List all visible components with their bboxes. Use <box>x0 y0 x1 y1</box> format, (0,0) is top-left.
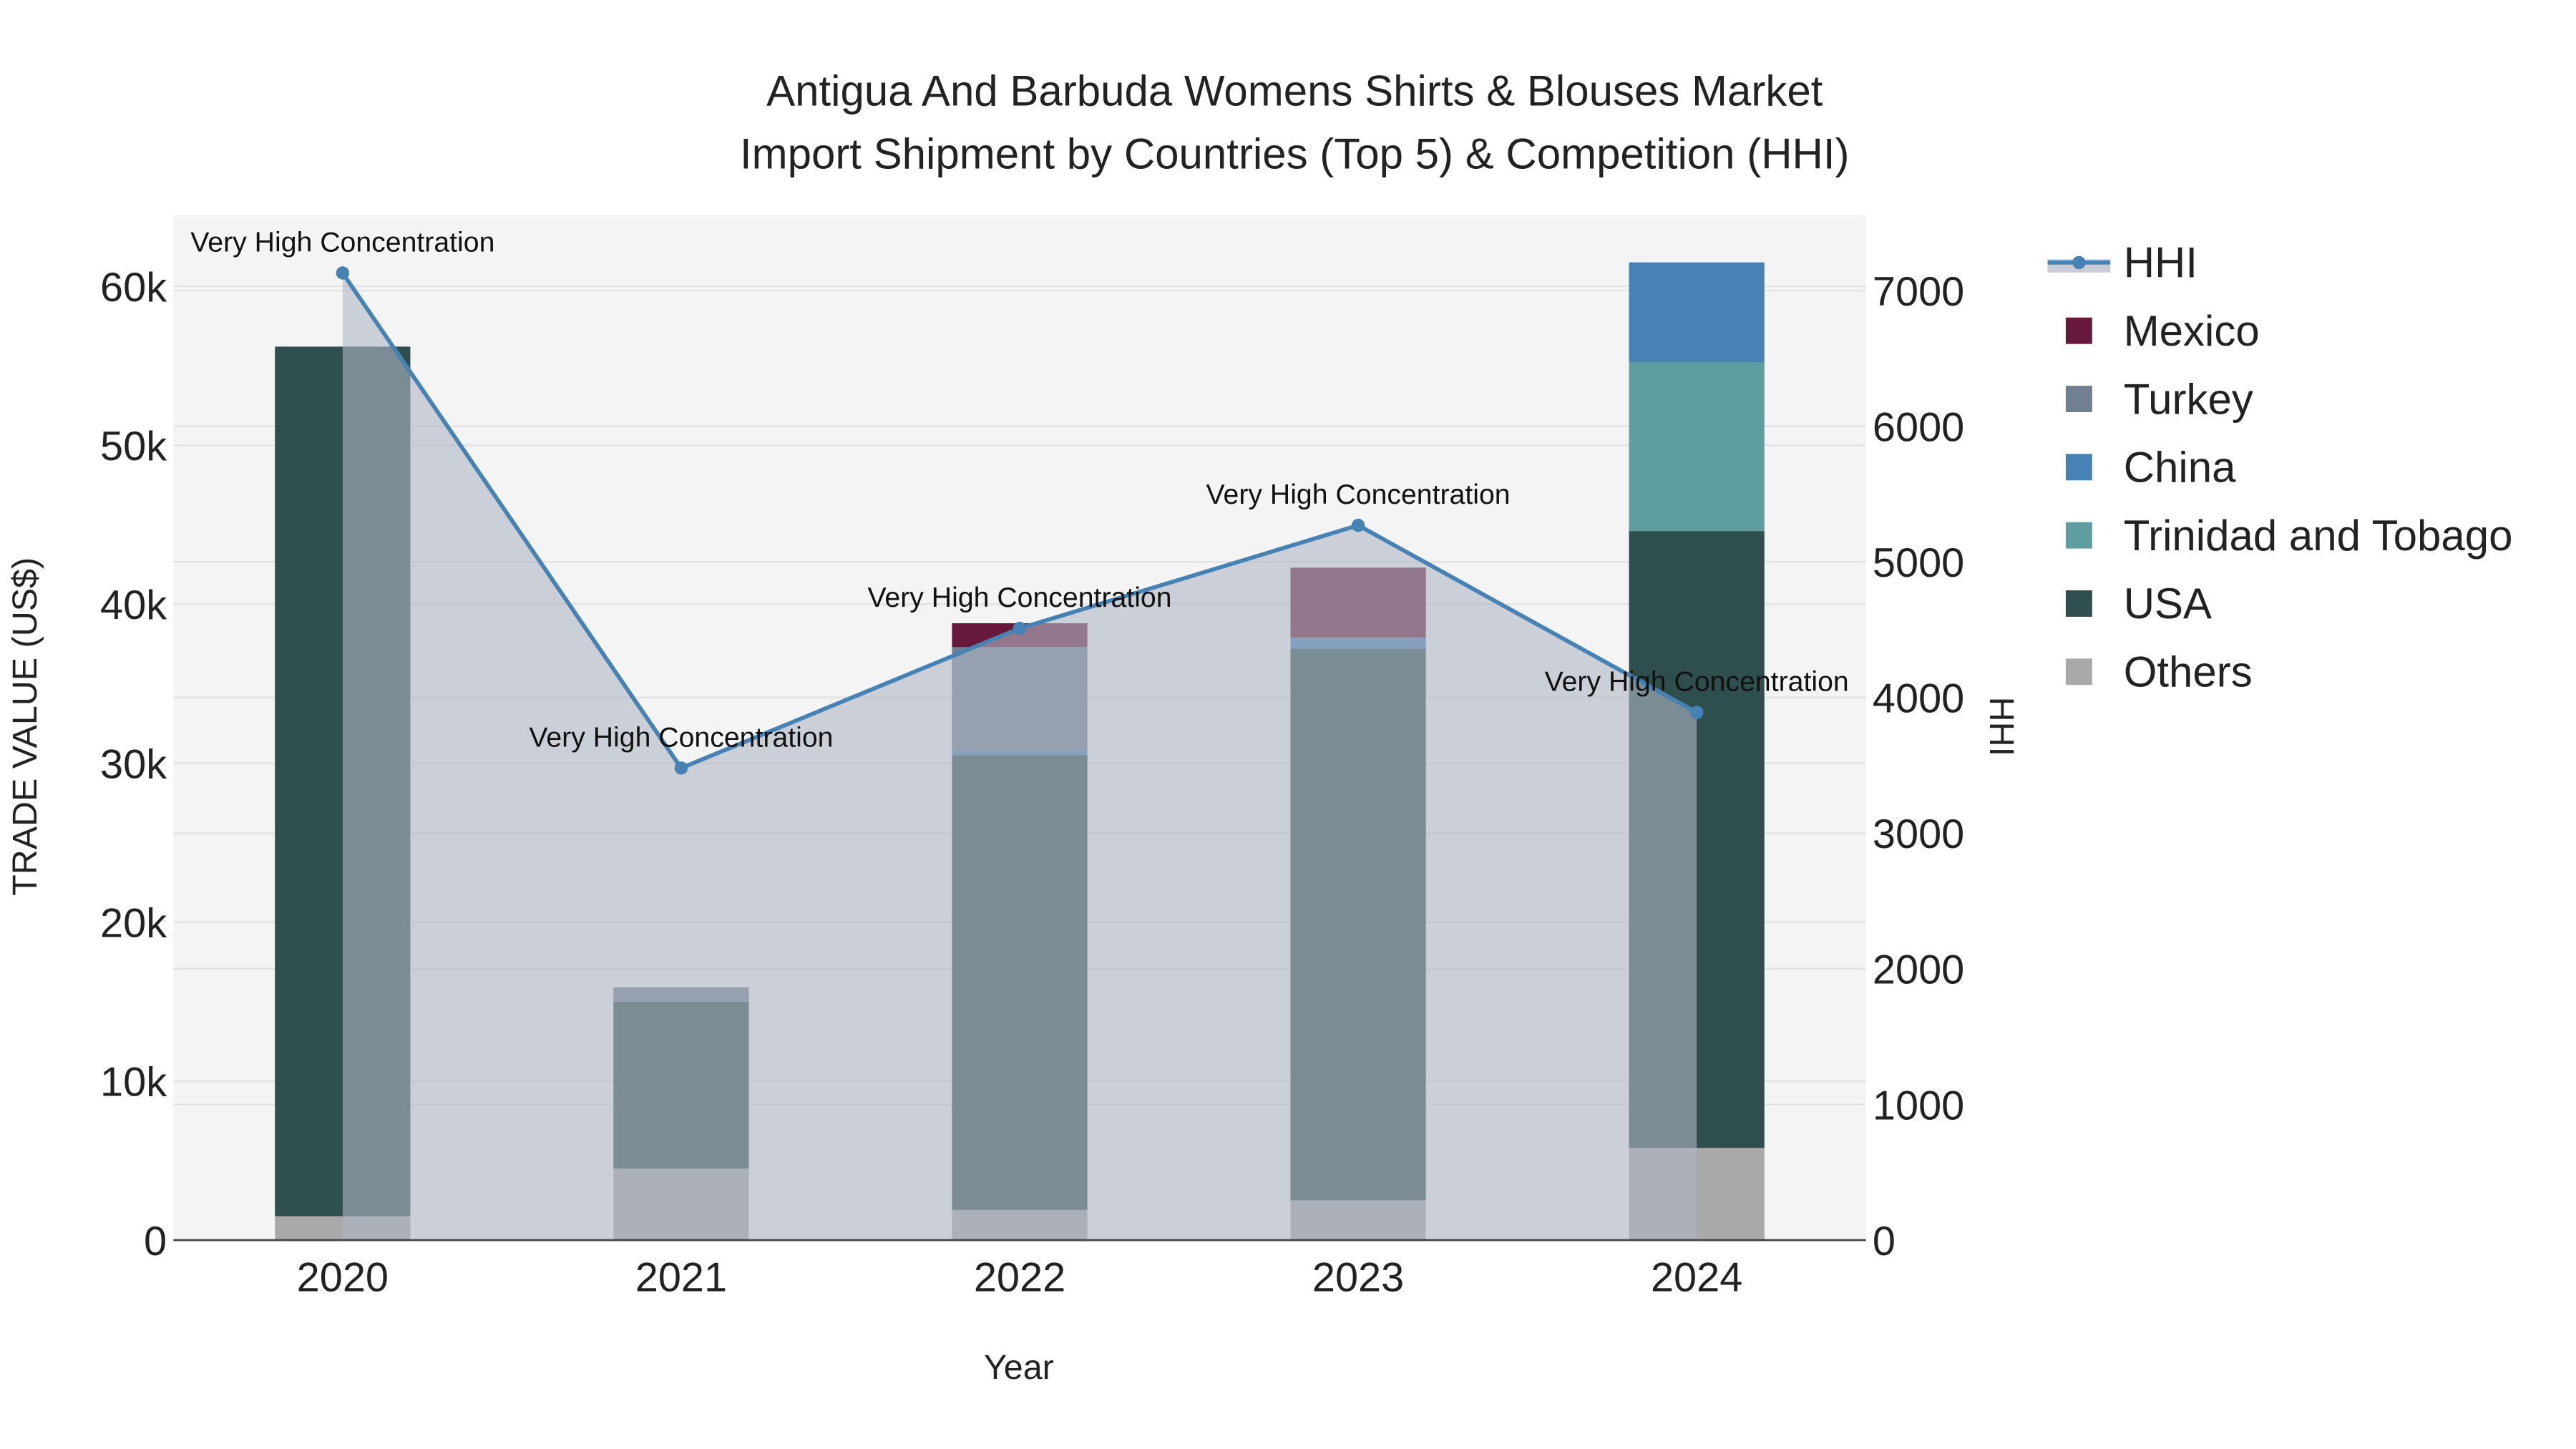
y-tick-label: 10k <box>100 1060 167 1106</box>
y2-tick-label: 0 <box>1873 1219 1896 1264</box>
y-tick-label: 0 <box>144 1219 167 1264</box>
y2-tick-label: 3000 <box>1873 811 1964 857</box>
legend-item-label: USA <box>2124 580 2212 628</box>
x-tick-label: 2024 <box>1651 1255 1742 1301</box>
legend-swatch-mexico <box>2065 317 2092 344</box>
hhi-point-2021 <box>674 761 688 775</box>
chart-title-line-1: Antigua And Barbuda Womens Shirts & Blou… <box>766 67 1823 115</box>
legend-item-label: HHI <box>2124 239 2197 287</box>
hhi-annotation: Very High Concentration <box>529 721 833 753</box>
legend-item-label: Trinidad and Tobago <box>2124 512 2513 560</box>
hhi-annotation: Very High Concentration <box>190 227 494 258</box>
hhi-point-2024 <box>1689 706 1704 719</box>
chart: Antigua And Barbuda Womens Shirts & Blou… <box>0 0 2576 1449</box>
legend-item-label: Turkey <box>2124 375 2253 423</box>
hhi-point-2023 <box>1351 518 1365 532</box>
y-tick-label: 20k <box>100 900 167 946</box>
x-tick-label: 2022 <box>974 1255 1065 1301</box>
legend-swatch-china <box>2065 454 2092 481</box>
legend-swatch-turkey <box>2065 386 2092 412</box>
y2-tick-label: 2000 <box>1873 947 1964 993</box>
legend-item-label: China <box>2124 444 2236 492</box>
bar-china-2024 <box>1629 262 1765 363</box>
y-tick-label: 50k <box>100 424 167 469</box>
y2-tick-label: 7000 <box>1873 269 1964 315</box>
y2-tick-label: 5000 <box>1873 540 1964 586</box>
chart-title-line-2: Import Shipment by Countries (Top 5) & C… <box>740 130 1850 177</box>
hhi-annotation: Very High Concentration <box>1206 479 1511 510</box>
hhi-point-2020 <box>336 266 350 280</box>
y2-tick-label: 1000 <box>1873 1083 1964 1128</box>
bar-trinidad-and-tobago-2024 <box>1629 362 1765 532</box>
y-tick-label: 30k <box>100 741 167 787</box>
y2-axis-title: HHI <box>1982 697 2021 756</box>
hhi-annotation: Very High Concentration <box>1545 666 1849 698</box>
legend-swatch-trinidad-and-tobago <box>2065 522 2092 549</box>
y2-tick-label: 6000 <box>1873 404 1964 450</box>
x-tick-label: 2020 <box>297 1255 389 1301</box>
legend-item-label: Mexico <box>2124 307 2260 355</box>
y-tick-label: 60k <box>100 265 167 311</box>
legend-swatch-usa <box>2065 590 2092 617</box>
y-axis-title: TRADE VALUE (US$) <box>6 557 44 896</box>
y2-tick-label: 4000 <box>1873 676 1964 722</box>
x-tick-label: 2023 <box>1312 1255 1404 1301</box>
x-axis-title: Year <box>984 1348 1054 1387</box>
legend-swatch-others <box>2065 658 2092 686</box>
legend-swatch-hhi-marker <box>2072 255 2086 270</box>
hhi-point-2022 <box>1013 621 1027 635</box>
hhi-annotation: Very High Concentration <box>867 582 1171 613</box>
y-tick-label: 40k <box>100 582 167 628</box>
x-tick-label: 2021 <box>635 1255 727 1301</box>
legend-item-label: Others <box>2124 648 2253 696</box>
